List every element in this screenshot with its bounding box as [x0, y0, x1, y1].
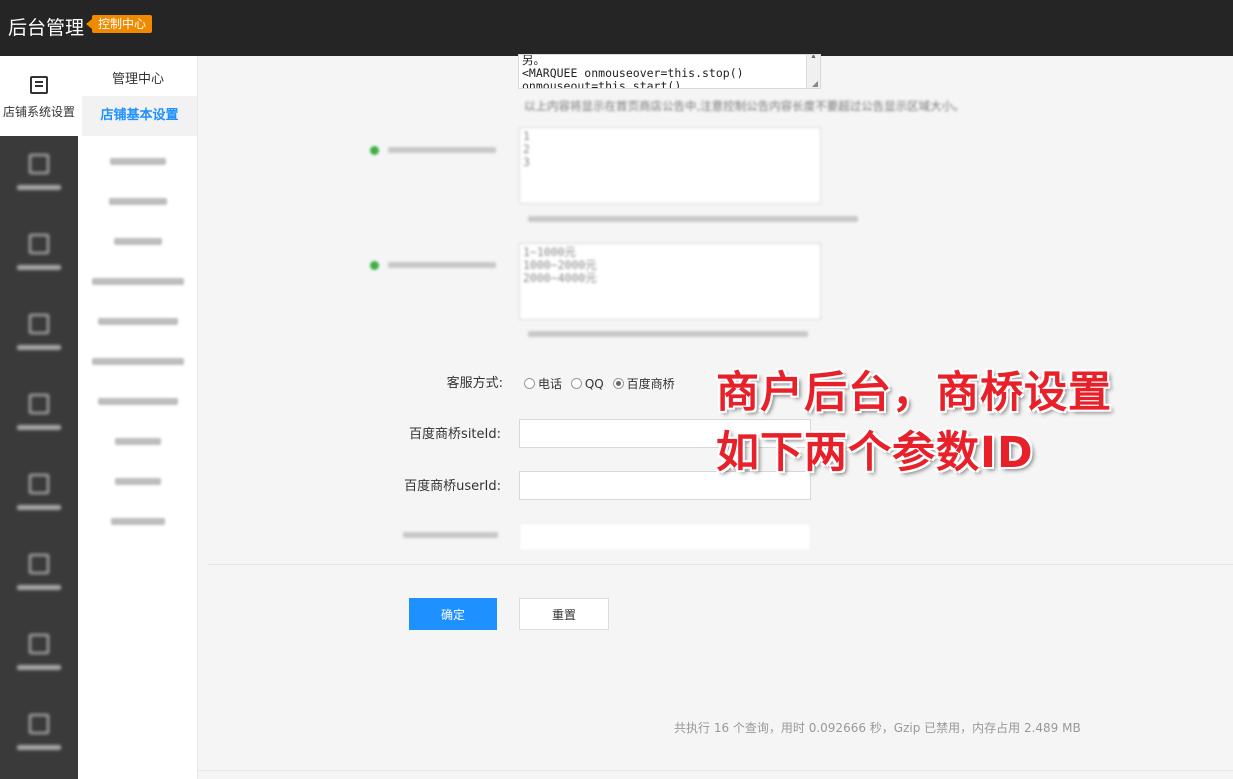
rail-item-icon: [29, 154, 49, 174]
subnav-item[interactable]: [78, 312, 198, 330]
rail-item-icon: [29, 634, 49, 654]
rail-item-2[interactable]: [0, 216, 78, 296]
bottom-divider: [198, 770, 1233, 771]
store-notice-textarea[interactable]: 另。 <MARQUEE onmouseover=this.stop() onmo…: [518, 54, 821, 89]
field-hint-blurred: [528, 331, 808, 337]
radio-button[interactable]: [570, 378, 582, 389]
textarea-low-text: 1~1000元 1000~2000元 2000~4000元: [523, 245, 597, 285]
top-bar: 后台管理 控制中心: [0, 0, 1233, 56]
rail-item-icon: [29, 714, 49, 734]
rail-item-label: 店铺系统设置: [2, 105, 75, 119]
field-label-blurred: [388, 147, 496, 153]
field-label-blurred: [388, 262, 496, 268]
subnav-title: 管理中心: [111, 72, 164, 87]
subnav-item[interactable]: [78, 392, 198, 410]
subnav-item[interactable]: [78, 152, 198, 170]
annotation-line-1: 商户后台，商桥设置: [716, 368, 1112, 418]
radio-button-checked[interactable]: [612, 378, 624, 389]
subnav-item[interactable]: [78, 272, 198, 290]
confirm-button[interactable]: 确定: [409, 598, 497, 630]
subnav-item-shop-basic-settings[interactable]: 店铺基本设置: [82, 96, 197, 136]
icon-rail: 店铺系统设置: [0, 56, 78, 779]
kefu-option-qq[interactable]: QQ: [570, 377, 604, 391]
rail-item-1[interactable]: [0, 136, 78, 216]
rail-item-7[interactable]: [0, 616, 78, 696]
field-label-blurred: [403, 532, 498, 538]
rail-item-icon: [29, 394, 49, 414]
rail-item-shop-settings[interactable]: 店铺系统设置: [0, 56, 78, 136]
store-notice-text: 另。 <MARQUEE onmouseover=this.stop() onmo…: [522, 54, 744, 89]
textarea-mid[interactable]: 1 2 3: [519, 127, 821, 204]
textarea-low[interactable]: 1~1000元 1000~2000元 2000~4000元: [519, 243, 821, 320]
rail-item-text: [17, 185, 61, 190]
rail-item-text: [17, 425, 61, 430]
textarea-mid-text: 1 2 3: [523, 129, 530, 169]
control-center-badge[interactable]: 控制中心: [85, 15, 153, 33]
kefu-option-phone[interactable]: 电话: [524, 375, 562, 392]
rail-item-icon: [29, 554, 49, 574]
subnav-item[interactable]: [78, 232, 198, 250]
kefu-option-baidu[interactable]: 百度商桥: [612, 375, 675, 392]
rail-item-icon: [29, 314, 49, 334]
annotation-line-2: 如下两个参数ID: [716, 428, 1034, 478]
rail-item-text: [17, 505, 61, 510]
subnav-item[interactable]: [78, 352, 198, 370]
rail-item-8[interactable]: [0, 696, 78, 776]
required-dot: [370, 261, 379, 270]
field-hint-blurred: [528, 216, 858, 222]
rail-item-text: [17, 745, 61, 750]
rail-item-text: [17, 585, 61, 590]
kefu-radio-group: 电话 QQ 百度商桥: [524, 375, 680, 392]
radio-button[interactable]: [524, 378, 535, 389]
rail-item-text: [17, 665, 61, 670]
kefu-label: 客服方式:: [446, 376, 503, 391]
rail-item-4[interactable]: [0, 376, 78, 456]
footer-stats: 共执行 16 个查询，用时 0.092666 秒，Gzip 已禁用，内存占用 2…: [674, 721, 1081, 735]
store-notice-hint: 以上内容将显示在首页商店公告中,注意控制公告内容长度不要超过公告显示区域大小。: [524, 99, 965, 113]
textarea-scrollbar[interactable]: [806, 55, 820, 88]
rail-item-5[interactable]: [0, 456, 78, 536]
blurred-input[interactable]: [519, 523, 811, 551]
reset-button[interactable]: 重置: [519, 598, 609, 630]
subnav-item[interactable]: [78, 192, 198, 210]
divider: [208, 564, 1233, 565]
app-title: 后台管理: [8, 17, 85, 39]
sub-nav: 管理中心 店铺基本设置: [78, 56, 198, 779]
rail-item-text: [17, 265, 61, 270]
userid-label: 百度商桥userId:: [404, 479, 501, 494]
rail-item-3[interactable]: [0, 296, 78, 376]
subnav-item[interactable]: [78, 472, 198, 490]
subnav-item[interactable]: [78, 512, 198, 530]
rail-item-icon: [29, 474, 49, 494]
subnav-item[interactable]: [78, 432, 198, 450]
rail-item-text: [17, 345, 61, 350]
required-dot: [370, 146, 379, 155]
rail-item-icon: [29, 234, 49, 254]
rail-item-6[interactable]: [0, 536, 78, 616]
settings-doc-icon: [30, 76, 48, 94]
siteid-label: 百度商桥siteId:: [409, 427, 501, 442]
